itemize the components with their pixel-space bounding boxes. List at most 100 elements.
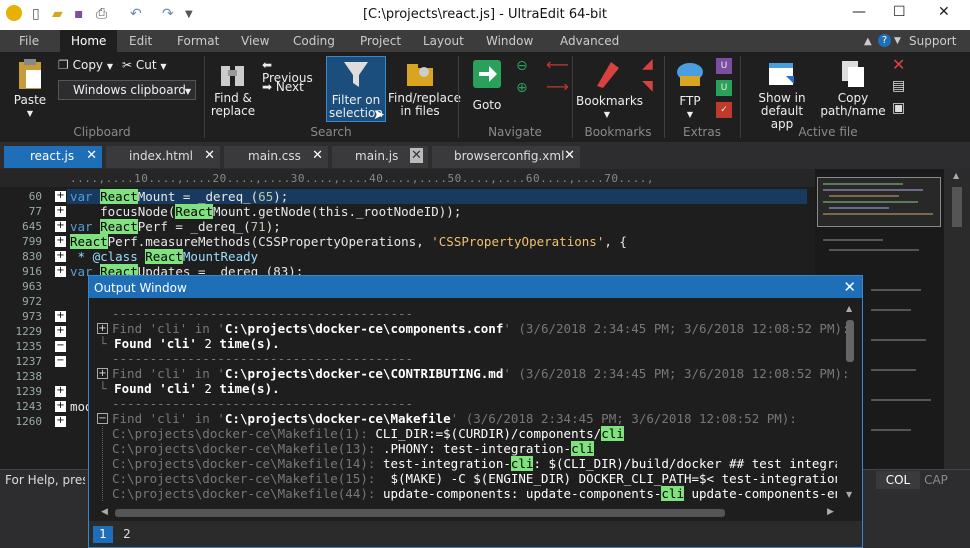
goto-button[interactable]: Goto (466, 58, 508, 120)
minimize-button[interactable]: — (852, 4, 866, 20)
search-result-header: Find 'cli' in 'C:\projects\docker-ce\CON… (112, 366, 850, 381)
ue-tool-icon[interactable]: U (716, 58, 732, 74)
next-button[interactable]: ➡ Next (262, 81, 324, 98)
bookmark-prev-icon[interactable]: ◢ (642, 57, 653, 71)
line-number: 963 (22, 280, 42, 293)
menu-layout[interactable]: Layout (423, 34, 464, 48)
previous-button[interactable]: ⬅ Previous (262, 58, 324, 85)
cut-button[interactable]: ✂ Cut ▼ (122, 59, 177, 76)
find-in-files-button[interactable]: Find/replace in files (388, 58, 461, 120)
match-line[interactable]: C:\projects\docker-ce\Makefile(1): CLI_D… (112, 426, 624, 441)
filter-on-selection-button[interactable]: Filter on selection ➤ (326, 56, 386, 122)
ribbon-collapse-icon[interactable]: ▲ (864, 36, 872, 47)
find-replace-button[interactable]: Find & replace (210, 58, 256, 120)
fold-expand-icon[interactable]: + (55, 191, 66, 202)
fold-collapse-icon[interactable]: − (55, 356, 66, 367)
close-icon[interactable]: ✕ (564, 148, 575, 163)
expand-icon[interactable]: + (97, 323, 108, 334)
copy-path-button[interactable]: Copy path/name (820, 58, 886, 120)
scroll-up-icon[interactable]: ▲ (953, 171, 959, 180)
menu-coding[interactable]: Coding (293, 34, 335, 48)
copy-path-icon (842, 61, 864, 87)
match-line[interactable]: C:\projects\docker-ce\Makefile(13): .PHO… (112, 441, 594, 456)
line-number: 1239 (15, 385, 43, 398)
scroll-left-icon[interactable]: ◀ (101, 507, 108, 517)
match-line[interactable]: C:\projects\docker-ce\Makefile(44): upda… (112, 486, 837, 501)
close-icon[interactable]: ✕ (843, 278, 856, 296)
copy-button[interactable]: ❐ Copy ▼ (58, 59, 118, 76)
fold-expand-icon[interactable]: + (55, 416, 66, 427)
tab-index-html[interactable]: index.html ✕ (106, 146, 220, 168)
tab-browserconfig-xml[interactable]: browserconfig.xml ✕ (432, 146, 580, 168)
close-icon[interactable]: ✕ (312, 148, 323, 163)
scissors-icon: ✂ (122, 58, 133, 72)
output-vertical-scrollbar[interactable]: ▲ ▼ (843, 300, 857, 502)
maximize-button[interactable]: ☐ (893, 4, 906, 20)
goto-label: Goto (472, 98, 502, 112)
menu-view[interactable]: View (241, 34, 269, 48)
expand-icon[interactable]: + (97, 368, 108, 379)
scrollbar-thumb[interactable] (846, 320, 854, 362)
match-line[interactable]: C:\projects\docker-ce\Makefile(14): test… (112, 456, 837, 471)
navigate-back-green-icon[interactable]: ⊖ (516, 59, 528, 73)
ftp-button[interactable]: FTP ▼ (670, 58, 710, 120)
menu-advanced[interactable]: Advanced (560, 34, 619, 48)
fold-expand-icon[interactable]: + (55, 221, 66, 232)
line-number: 1238 (15, 370, 43, 383)
menu-edit[interactable]: Edit (129, 34, 152, 48)
menu-file[interactable]: File (19, 34, 39, 48)
output-horizontal-scrollbar[interactable]: ◀ ▶ (99, 506, 839, 520)
navigate-forward-red-icon[interactable]: ⟶ (546, 79, 569, 95)
bookmark-next-icon[interactable]: ◥ (642, 79, 653, 93)
navigate-back-red-icon[interactable]: ⟵ (546, 57, 569, 73)
close-icon[interactable]: ✕ (204, 148, 215, 163)
tab-main-js[interactable]: main.js ✕ (332, 146, 428, 168)
fold-expand-icon[interactable]: + (55, 401, 66, 412)
fold-expand-icon[interactable]: + (55, 386, 66, 397)
help-dropdown-icon[interactable]: ▼ (894, 36, 901, 46)
output-window-header: Output Window ✕ (89, 276, 862, 298)
file-info-icon[interactable]: ▣ (892, 101, 905, 115)
scroll-up-icon[interactable]: ▲ (846, 304, 852, 313)
menu-home[interactable]: Home (60, 30, 118, 52)
output-page-1[interactable]: 1 (93, 526, 113, 543)
close-button[interactable]: ✕ (938, 4, 950, 20)
match-line[interactable]: C:\projects\docker-ce\Makefile(15): $(MA… (112, 471, 837, 486)
fold-expand-icon[interactable]: + (55, 251, 66, 262)
uc-tool-icon[interactable]: U (716, 80, 732, 96)
find-previous-icon: ⬅ (262, 58, 273, 72)
output-pages: 1 2 (89, 521, 862, 547)
collapse-icon[interactable]: − (97, 413, 108, 424)
output-page-2[interactable]: 2 (117, 526, 137, 543)
help-icon[interactable]: ? (878, 34, 891, 47)
menu-project[interactable]: Project (360, 34, 401, 48)
editor-vertical-scrollbar[interactable]: ▲ (944, 169, 970, 469)
scroll-right-icon[interactable]: ▶ (827, 507, 834, 517)
close-icon[interactable]: ✕ (410, 148, 423, 163)
close-icon[interactable]: ✕ (86, 148, 97, 163)
scrollbar-thumb[interactable] (115, 509, 725, 517)
navigate-forward-green-icon[interactable]: ⊕ (516, 81, 528, 95)
tab-main-css[interactable]: main.css ✕ (224, 146, 328, 168)
fold-collapse-icon[interactable]: − (55, 341, 66, 352)
fold-expand-icon[interactable]: + (55, 311, 66, 322)
tab-react-js[interactable]: react.js ✕ (4, 146, 102, 168)
fold-expand-icon[interactable]: + (55, 266, 66, 277)
fold-expand-icon[interactable]: + (55, 206, 66, 217)
scrollbar-thumb[interactable] (952, 187, 962, 227)
compare-tool-icon[interactable]: ✓ (716, 102, 732, 118)
menu-format[interactable]: Format (177, 34, 219, 48)
fold-expand-icon[interactable]: + (55, 236, 66, 247)
fold-expand-icon[interactable]: + (55, 326, 66, 337)
goto-arrow-icon (473, 60, 501, 88)
menu-window[interactable]: Window (486, 34, 533, 48)
paste-button[interactable]: Paste ▼ (10, 58, 50, 120)
close-file-icon[interactable]: ✕ (892, 57, 905, 73)
file-properties-icon[interactable]: ▤ (892, 79, 905, 93)
clipboard-select[interactable]: Windows clipboard ▼ (58, 80, 196, 100)
show-in-default-app-button[interactable]: Show in default app (748, 58, 816, 131)
menu-support[interactable]: Support (909, 34, 956, 48)
scroll-down-icon[interactable]: ▼ (846, 490, 852, 499)
bookmarks-button[interactable]: Bookmarks ▼ (576, 58, 643, 120)
line-number: 916 (22, 265, 42, 278)
